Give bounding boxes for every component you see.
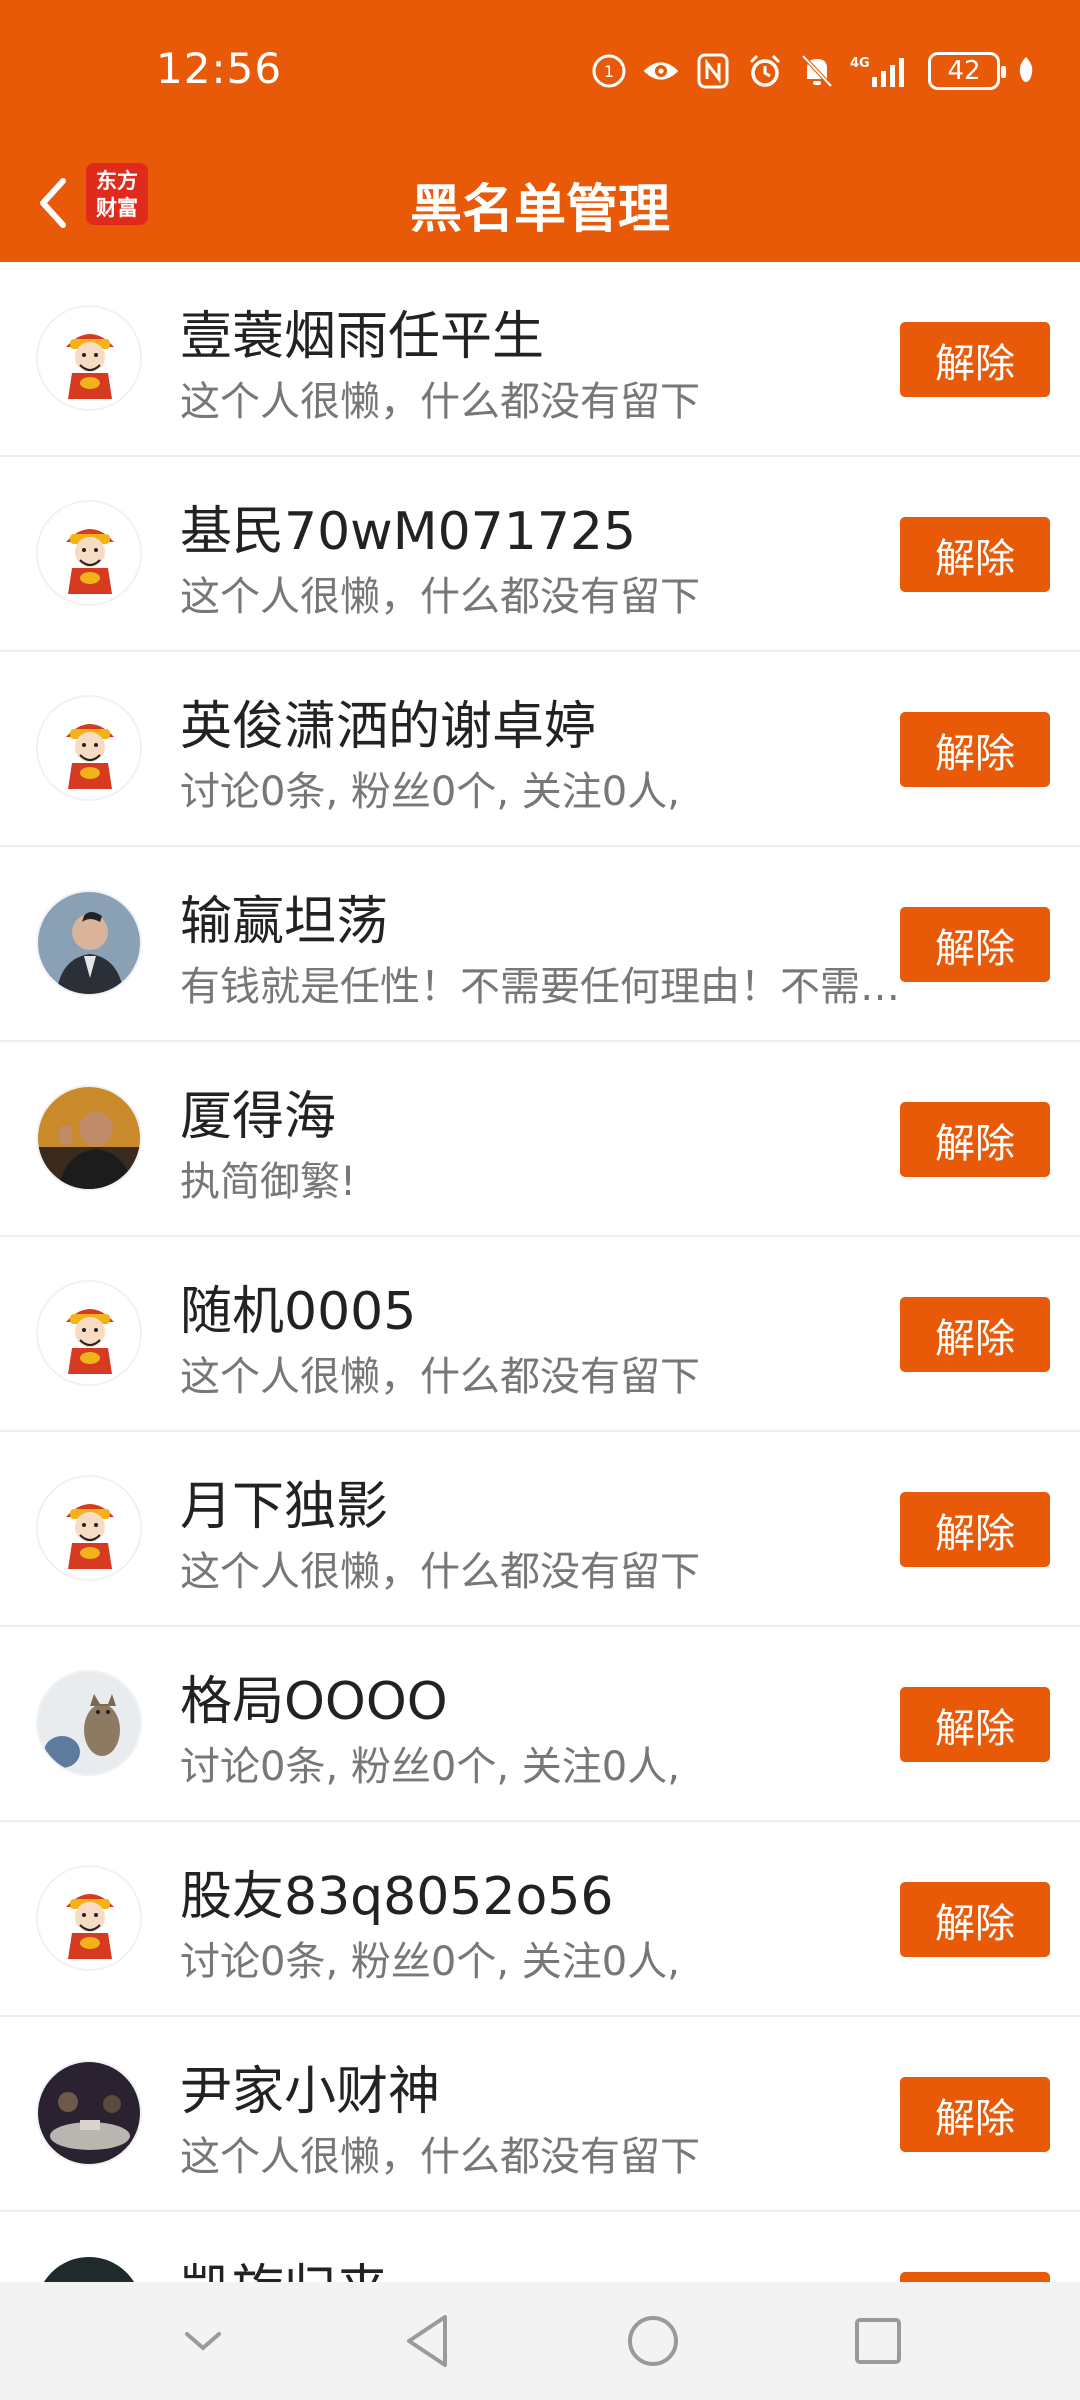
list-item: 月下独影 这个人很懒，什么都没有留下 解除 [0, 1432, 1080, 1627]
leaf-icon [1014, 52, 1038, 90]
signal-icon: 4G [850, 52, 914, 90]
user-description: 讨论0条, 粉丝0个, 关注0人, [180, 1744, 680, 1790]
avatar[interactable] [36, 890, 142, 996]
user-name: 输赢坦荡 [180, 892, 389, 952]
user-name: 股友83q8052o56 [180, 1867, 614, 1927]
alarm-icon [746, 52, 784, 90]
eye-icon [642, 52, 680, 90]
remove-button[interactable]: 解除 [900, 712, 1050, 787]
user-description: 这个人很懒，什么都没有留下 [180, 1549, 700, 1595]
avatar[interactable] [36, 305, 142, 411]
user-description: 这个人很懒，什么都没有留下 [180, 379, 700, 425]
avatar[interactable] [36, 1865, 142, 1971]
list-item: 输赢坦荡 有钱就是任性！不需要任何理由！不需要任何理由 解除 [0, 847, 1080, 1042]
status-bar: 12:56 1 4G 42 [0, 0, 1080, 145]
system-nav-bar [0, 2282, 1080, 2400]
svg-text:4G: 4G [850, 56, 870, 71]
blacklist-list: 壹蓑烟雨任平生 这个人很懒，什么都没有留下 解除 基民70wM071725 这个… [0, 262, 1080, 2212]
back-icon[interactable] [398, 2311, 458, 2371]
user-name: 英俊潇洒的谢卓婷 [180, 697, 597, 757]
page-title: 黑名单管理 [409, 180, 670, 240]
remove-button[interactable]: 解除 [900, 517, 1050, 592]
list-item-partial: 凯旋归来 [0, 2212, 1080, 2282]
user-name: 随机0005 [180, 1282, 417, 1342]
avatar[interactable] [36, 1085, 142, 1191]
remove-button[interactable]: 解除 [900, 1492, 1050, 1567]
remove-button[interactable]: 解除 [900, 907, 1050, 982]
avatar[interactable] [36, 1475, 142, 1581]
avatar[interactable] [36, 1280, 142, 1386]
recents-icon[interactable] [848, 2311, 908, 2371]
user-name: 壹蓑烟雨任平生 [180, 307, 545, 367]
nav-bar: 东方 财富 黑名单管理 [0, 145, 1080, 262]
avatar[interactable] [36, 2257, 142, 2282]
user-description: 这个人很懒，什么都没有留下 [180, 1354, 700, 1400]
user-description: 这个人很懒，什么都没有留下 [180, 2134, 700, 2180]
user-description: 这个人很懒，什么都没有留下 [180, 574, 700, 620]
user-description: 讨论0条, 粉丝0个, 关注0人, [180, 769, 680, 815]
mute-icon [798, 52, 836, 90]
remove-button[interactable]: 解除 [900, 322, 1050, 397]
user-name: 厦得海 [180, 1087, 337, 1147]
hide-icon[interactable] [173, 2311, 233, 2371]
status-icons: 1 4G 42 [590, 48, 1038, 94]
remove-button[interactable]: 解除 [900, 1102, 1050, 1177]
list-item: 格局OOOO 讨论0条, 粉丝0个, 关注0人, 解除 [0, 1627, 1080, 1822]
avatar[interactable] [36, 695, 142, 801]
hd-icon: 1 [590, 52, 628, 90]
remove-button[interactable] [900, 2272, 1050, 2282]
user-name: 凯旋归来 [180, 2247, 388, 2282]
remove-button[interactable]: 解除 [900, 1297, 1050, 1372]
user-name: 尹家小财神 [180, 2062, 441, 2122]
user-name: 格局OOOO [180, 1672, 448, 1732]
list-item: 壹蓑烟雨任平生 这个人很懒，什么都没有留下 解除 [0, 262, 1080, 457]
avatar[interactable] [36, 1670, 142, 1776]
user-name: 基民70wM071725 [180, 502, 637, 562]
remove-button[interactable]: 解除 [900, 1882, 1050, 1957]
home-icon[interactable] [623, 2311, 683, 2371]
nfc-icon [694, 52, 732, 90]
user-description: 执简御繁! [180, 1159, 357, 1205]
avatar[interactable] [36, 2060, 142, 2166]
user-name: 月下独影 [180, 1477, 389, 1537]
battery-icon: 42 [928, 52, 1006, 90]
list-item: 股友83q8052o56 讨论0条, 粉丝0个, 关注0人, 解除 [0, 1822, 1080, 2017]
list-item: 随机0005 这个人很懒，什么都没有留下 解除 [0, 1237, 1080, 1432]
list-item: 英俊潇洒的谢卓婷 讨论0条, 粉丝0个, 关注0人, 解除 [0, 652, 1080, 847]
list-item: 基民70wM071725 这个人很懒，什么都没有留下 解除 [0, 457, 1080, 652]
avatar[interactable] [36, 500, 142, 606]
svg-text:1: 1 [604, 62, 614, 81]
status-time: 12:56 [156, 44, 283, 93]
remove-button[interactable]: 解除 [900, 2077, 1050, 2152]
remove-button[interactable]: 解除 [900, 1687, 1050, 1762]
list-item: 厦得海 执简御繁! 解除 [0, 1042, 1080, 1237]
list-item: 尹家小财神 这个人很懒，什么都没有留下 解除 [0, 2017, 1080, 2212]
user-description: 讨论0条, 粉丝0个, 关注0人, [180, 1939, 680, 1985]
user-description: 有钱就是任性！不需要任何理由！不需要任何理由 [180, 964, 900, 1010]
